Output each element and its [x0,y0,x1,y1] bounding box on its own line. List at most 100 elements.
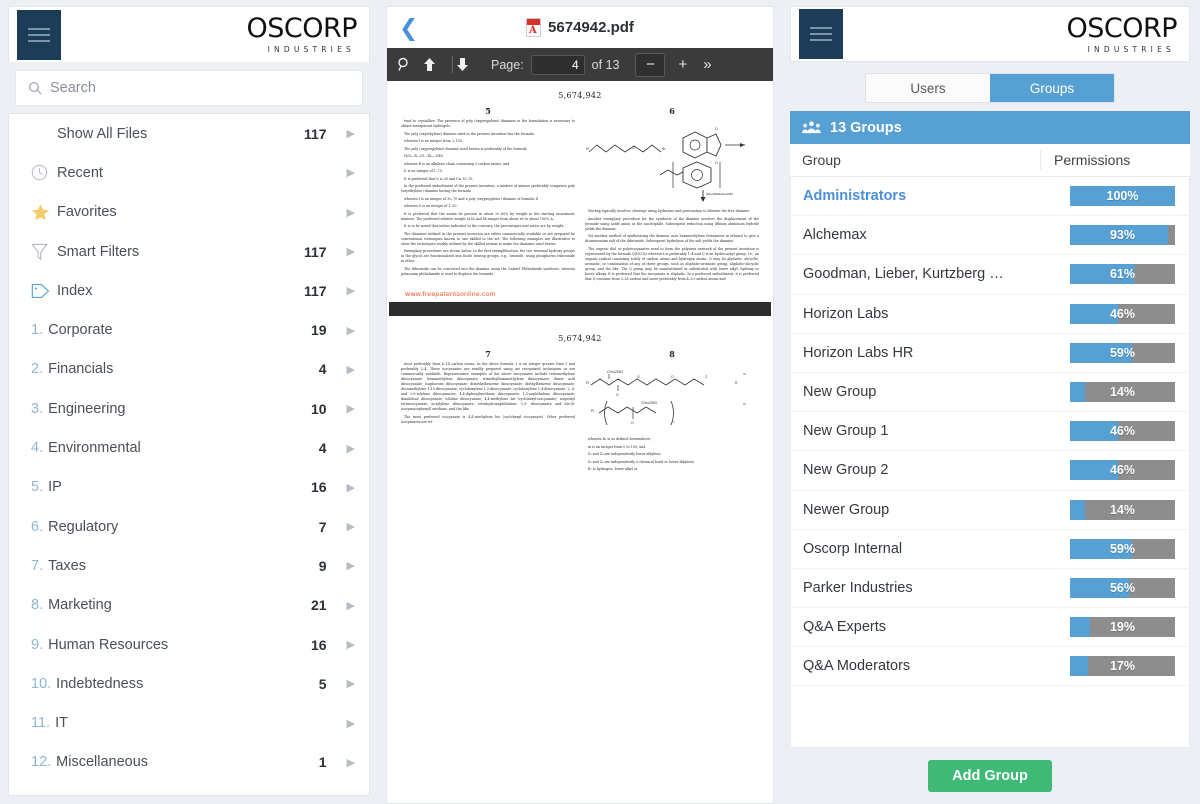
group-name: New Group 2 [803,462,889,479]
sidebar-index-item[interactable]: 5. IP 16 ▶ [9,468,369,507]
sidebar-index-item[interactable]: 8. Marketing 21 ▶ [9,586,369,625]
sidebar-item-index[interactable]: Index 117 ▶ [9,271,369,310]
chevron-right-icon[interactable]: ▶ [347,363,355,376]
group-row[interactable]: New Group 1 46% [791,412,1189,452]
add-group-button[interactable]: Add Group [928,760,1052,792]
tab-users[interactable]: Users [866,74,990,102]
group-row[interactable]: Newer Group 14% [791,491,1189,530]
sidebar-index-label: 1. Corporate [31,322,113,339]
chevron-right-icon[interactable]: ▶ [347,559,355,572]
chevrons-right-icon[interactable]: » [703,56,711,73]
group-row[interactable]: New Group 14% [791,373,1189,413]
chevron-right-icon[interactable]: ▶ [347,677,355,690]
magnifier-icon[interactable] [397,57,423,72]
groups-panel: OSCORP INDUSTRIES Users Groups 13 Groups… [782,0,1200,804]
sidebar-index-item[interactable]: 10. Indebtedness 5 ▶ [9,664,369,703]
permissions-value: 46% [1109,463,1136,478]
group-row[interactable]: Q&A Experts 19% [791,608,1189,648]
search-input[interactable]: Search [15,70,363,106]
sidebar-item-count: 117 [303,282,327,299]
permissions-value: 46% [1109,424,1136,439]
page-number-input[interactable]: 4 [530,54,585,75]
sidebar-index-number: 10. [31,675,52,692]
group-row[interactable]: Goodman, Lieber, Kurtzberg … 61% [791,255,1189,295]
chevron-right-icon[interactable]: ▶ [347,206,355,219]
sidebar-index-label: 11. IT [31,715,68,732]
sidebar-index-count: 1 [318,754,327,771]
column-body-text: tend to crystallize. The presence of pol… [401,119,575,276]
sidebar-item-show-all-files[interactable]: Show All Files 117 ▶ [9,114,369,153]
chevron-right-icon[interactable]: ▶ [347,402,355,415]
sidebar-index-label: 4. Environmental [31,440,141,457]
group-row[interactable]: Oscorp Internal 59% [791,530,1189,569]
sidebar-index-item[interactable]: 1. Corporate 19 ▶ [9,310,369,349]
zoom-out-button[interactable]: − [636,53,665,76]
chevron-right-icon[interactable]: ▶ [347,520,355,533]
sidebar-index-number: 5. [31,479,44,496]
sidebar-index-item[interactable]: 7. Taxes 9 ▶ [9,546,369,585]
group-name: Administrators [803,188,907,205]
groups-table-header: Group Permissions [790,144,1190,177]
sidebar-index-count: 4 [318,440,327,457]
chevron-right-icon[interactable]: ▶ [347,481,355,494]
svg-text:O: O [632,146,635,150]
sidebar-index-item[interactable]: 4. Environmental 4 ▶ [9,428,369,467]
sidebar-index-item[interactable]: 9. Human Resources 16 ▶ [9,625,369,664]
chevron-right-icon[interactable]: ▶ [347,284,355,297]
sidebar-item-favorites[interactable]: Favorites ▶ [9,193,369,232]
permissions-bar: 59% [1070,538,1175,559]
group-row[interactable]: Alchemax 93% [791,216,1189,256]
group-row[interactable]: Horizon Labs HR 59% [791,334,1189,373]
zoom-in-button[interactable]: + [678,56,687,73]
chevron-right-icon[interactable]: ▶ [347,638,355,651]
sidebar-index-label: 5. IP [31,479,62,496]
permissions-bar: 14% [1070,382,1175,403]
chevron-right-icon[interactable]: ▶ [347,324,355,337]
pdf-column-left: 7 most preferably from 6–14 carbon atoms… [401,349,575,475]
toolbar-divider [452,56,453,73]
users-groups-tabs: Users Groups [865,73,1115,103]
group-row[interactable]: Horizon Labs 46% [791,295,1189,334]
sidebar-index-item[interactable]: 3. Engineering 10 ▶ [9,389,369,428]
chevron-right-icon[interactable]: ▶ [347,756,355,769]
chevron-right-icon[interactable]: ▶ [347,127,355,140]
sidebar-index-item[interactable]: 2. Financials 4 ▶ [9,350,369,389]
group-row[interactable]: New Group 2 46% [791,451,1189,491]
logo-tagline: INDUSTRIES [1087,44,1175,54]
group-row[interactable]: Parker Industries 56% [791,569,1189,609]
sidebar-index-label: 10. Indebtedness [31,675,144,692]
sidebar-index-number: 12. [31,754,52,771]
chevron-right-icon[interactable]: ▶ [347,717,355,730]
group-row[interactable]: Q&A Moderators 17% [791,647,1189,687]
chevron-right-icon[interactable]: ▶ [347,245,355,258]
chevron-right-icon[interactable]: ▶ [347,599,355,612]
hamburger-icon[interactable] [17,9,61,60]
svg-text:III: III [743,372,746,376]
sidebar-index-count: 21 [310,597,327,614]
sidebar-index-label: 9. Human Resources [31,636,169,653]
sidebar-index-label: 8. Marketing [31,597,112,614]
permissions-bar: 46% [1070,460,1175,481]
permissions-bar: 59% [1070,342,1175,363]
sidebar-index-number: 3. [31,400,44,417]
sidebar-index-item[interactable]: 12. Miscellaneous 1 ▶ [9,743,369,782]
sidebar-index-item[interactable]: 6. Regulatory 7 ▶ [9,507,369,546]
chevron-right-icon[interactable]: ▶ [347,442,355,455]
arrow-up-icon[interactable] [423,57,449,72]
hamburger-icon[interactable] [799,9,843,59]
sidebar-item-label: Favorites [57,204,117,221]
sidebar-item-smart-filters[interactable]: Smart Filters 117 ▶ [9,232,369,271]
group-name: New Group 1 [803,423,889,440]
chevron-left-icon[interactable]: ❮ [399,16,418,39]
chevron-right-icon[interactable]: ▶ [347,166,355,179]
group-row[interactable]: Administrators 100% [791,177,1189,217]
svg-text:z: z [673,420,675,424]
sidebar-item-recent[interactable]: Recent ▶ [9,153,369,192]
arrow-down-icon[interactable] [456,57,482,72]
tab-groups[interactable]: Groups [990,74,1114,102]
sidebar-index-count: 9 [318,557,327,574]
pdf-filename: 5674942.pdf [548,19,634,36]
file-nav-list: Show All Files 117 ▶ Recent ▶ Favorites … [8,113,370,796]
pdf-document-canvas[interactable]: 5,674,942 5 tend to crystallize. The pre… [386,81,774,804]
sidebar-index-item[interactable]: 11. IT ▶ [9,703,369,742]
